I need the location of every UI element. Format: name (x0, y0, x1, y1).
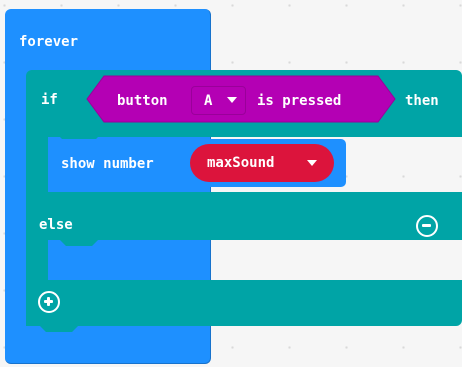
variable-name: maxSound (207, 155, 275, 171)
else-inner-notch (48, 240, 98, 246)
caret-down-icon (227, 97, 237, 103)
caret-down-icon[interactable] (307, 160, 317, 166)
if-label: if (41, 92, 58, 108)
if-top-notch (26, 70, 78, 76)
else-label: else (39, 217, 73, 233)
button-dropdown-value: A (204, 93, 213, 109)
button-dropdown[interactable]: A (191, 86, 246, 115)
variable-block[interactable]: maxSound (190, 144, 334, 182)
then-label: then (405, 93, 439, 109)
plus-circle-icon[interactable] (38, 291, 60, 313)
is-pressed-label: is pressed (257, 93, 342, 109)
button-label: button (117, 93, 168, 109)
show-number-label: show number (61, 156, 154, 172)
minus-circle-icon[interactable] (416, 215, 438, 237)
if-bottom-notch (26, 326, 78, 332)
